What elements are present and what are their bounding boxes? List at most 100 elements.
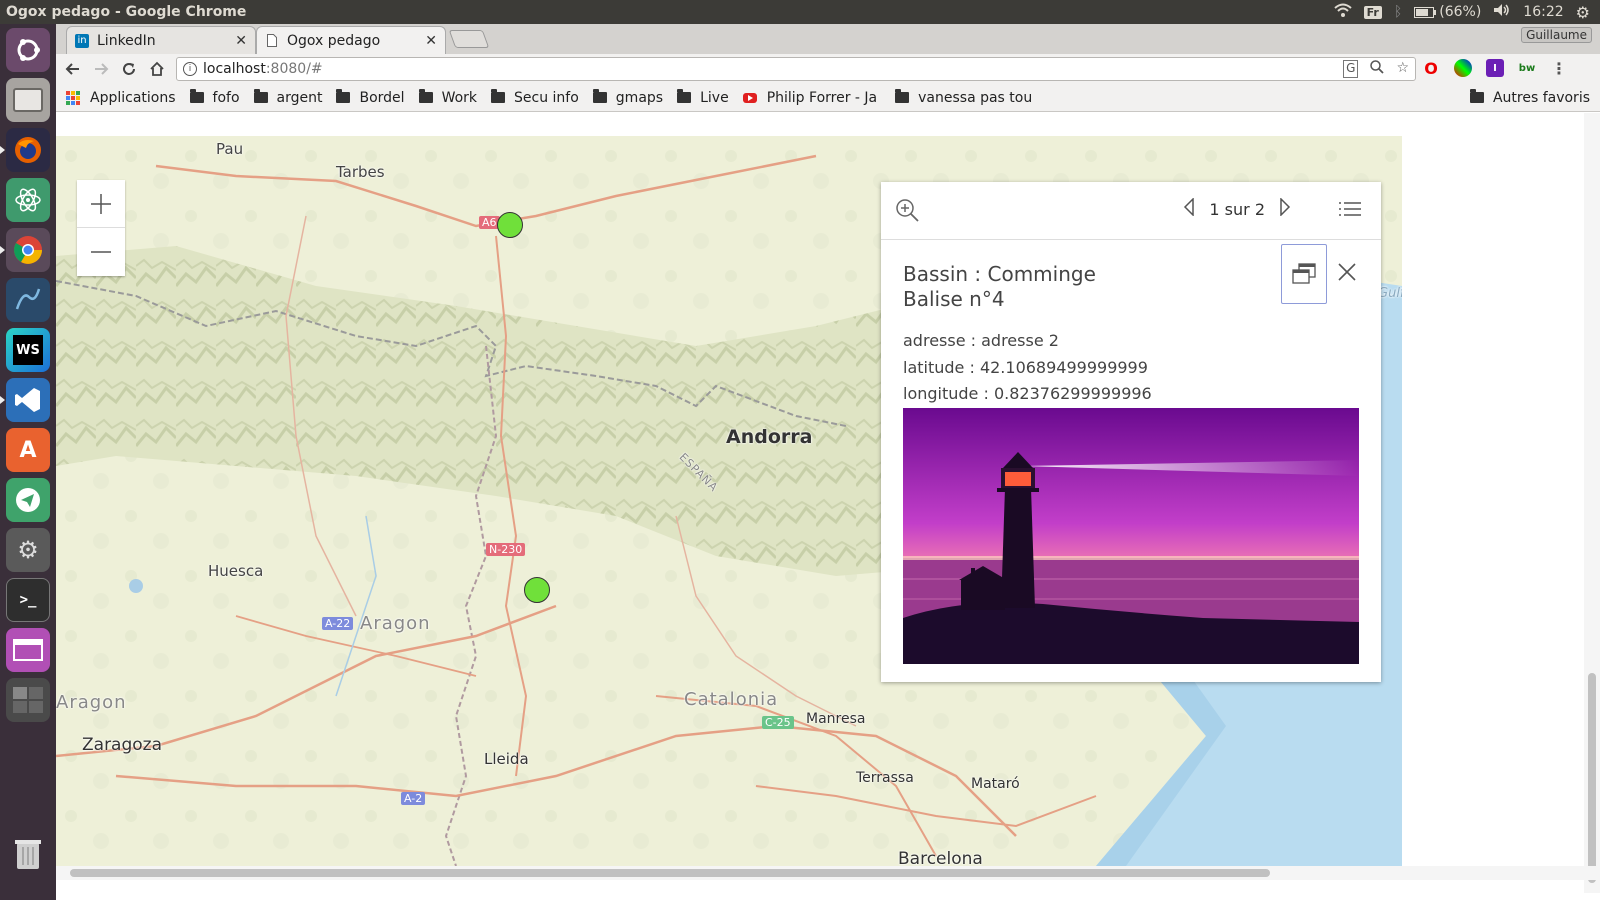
bookmark-label: argent	[276, 89, 323, 106]
color-picker-extension-icon[interactable]	[1454, 59, 1472, 77]
folder-icon	[677, 89, 692, 103]
battery-icon	[1414, 6, 1437, 18]
mysql-workbench-icon[interactable]	[6, 278, 50, 322]
atom-icon[interactable]	[6, 178, 50, 222]
plus-icon	[91, 193, 111, 214]
webstorm-icon[interactable]: WS	[6, 328, 50, 372]
bookmark-apps[interactable]: Applications	[56, 90, 176, 106]
next-feature-button[interactable]	[1279, 197, 1291, 220]
horizontal-scrollbar[interactable]	[56, 866, 1600, 880]
horizontal-scroll-thumb[interactable]	[70, 869, 1270, 877]
software-center-icon[interactable]: A	[6, 428, 50, 472]
clock[interactable]: 16:22	[1523, 4, 1563, 20]
map-label-aragon: Aragon	[360, 613, 431, 634]
map-label-aragon-west: Aragon	[56, 692, 127, 713]
bookmark-folder-autres-favoris[interactable]: Autres favoris	[1469, 89, 1590, 106]
bw-extension-icon[interactable]: bw	[1518, 59, 1536, 77]
bookmark-folder-work[interactable]: Work	[418, 89, 477, 106]
translate-icon[interactable]: G	[1343, 60, 1359, 78]
files-icon[interactable]	[6, 78, 50, 122]
settings-gear-icon[interactable]: ⚙	[1576, 3, 1590, 22]
vscode-icon[interactable]	[6, 378, 50, 422]
close-tab-icon[interactable]: ✕	[425, 33, 437, 49]
attribute-latitude: latitude : 42.10689499999999	[903, 357, 1148, 377]
browser-window: in LinkedIn ✕ Ogox pedago ✕ Guillaume i	[56, 24, 1600, 900]
feature-popup: 1 sur 2 Bassin : Comminge Balise n°4 adr…	[881, 182, 1381, 682]
map-view[interactable]: Pau Tarbes A6 Andorra ESPAÑA N-230 Huesc…	[56, 136, 1402, 866]
system-tray: Fr ᛒ (66%) 16:22 ⚙	[1333, 3, 1600, 22]
chrome-icon[interactable]	[6, 228, 50, 272]
site-info-icon[interactable]: i	[183, 62, 197, 76]
forward-button[interactable]	[88, 56, 114, 82]
settings-icon[interactable]: ⚙	[6, 528, 50, 572]
zoom-in-button[interactable]	[77, 180, 125, 228]
ubuntu-dash-icon[interactable]	[6, 28, 50, 72]
chrome-menu-icon[interactable]: ⋮	[1550, 59, 1568, 78]
linkedin-icon: in	[75, 33, 89, 48]
zoom-out-button[interactable]	[77, 228, 125, 276]
bookmark-label: Bordel	[359, 89, 405, 106]
opera-extension-icon[interactable]: O	[1422, 59, 1440, 78]
keyboard-layout-indicator[interactable]: Fr	[1363, 5, 1382, 19]
address-bar[interactable]: i localhost:8080/# G ☆	[176, 57, 1416, 81]
bookmark-folder-secu-info[interactable]: Secu info	[491, 89, 579, 106]
attribute-longitude: longitude : 0.82376299999996	[903, 384, 1152, 403]
feature-list-button[interactable]	[1339, 201, 1361, 221]
app-window-icon[interactable]	[6, 628, 50, 672]
bookmark-label: Applications	[90, 89, 176, 106]
battery-indicator[interactable]: (66%)	[1414, 4, 1481, 20]
map-marker[interactable]	[497, 212, 523, 238]
zoom-icon[interactable]	[1370, 60, 1385, 78]
tab-ogox-pedago[interactable]: Ogox pedago ✕	[256, 26, 446, 54]
zoom-to-icon	[896, 199, 919, 222]
map-marker[interactable]	[524, 577, 550, 603]
firefox-icon[interactable]	[6, 128, 50, 172]
bookmark-star-icon[interactable]: ☆	[1396, 60, 1409, 78]
page-viewport: Pau Tarbes A6 Andorra ESPAÑA N-230 Huesc…	[56, 113, 1600, 893]
terminal-icon[interactable]: >_	[6, 578, 50, 622]
road-shield-c25: C-25	[762, 716, 794, 729]
volume-icon[interactable]	[1493, 3, 1511, 21]
bluetooth-icon[interactable]: ᛒ	[1394, 4, 1402, 20]
os-top-panel: Ogox pedago - Google Chrome Fr ᛒ (66%) 1…	[0, 0, 1600, 24]
tab-linkedin[interactable]: in LinkedIn ✕	[66, 26, 256, 54]
telegram-icon[interactable]	[6, 478, 50, 522]
reload-button[interactable]	[116, 56, 142, 82]
back-arrow-icon	[65, 63, 79, 75]
back-button[interactable]	[60, 56, 86, 82]
previous-feature-button[interactable]	[1183, 197, 1195, 220]
close-tab-icon[interactable]: ✕	[235, 33, 247, 49]
home-button[interactable]	[144, 56, 170, 82]
vertical-scroll-thumb[interactable]	[1588, 673, 1596, 883]
bookmark-folder-argent[interactable]: argent	[253, 89, 323, 106]
trash-icon[interactable]	[6, 832, 50, 876]
map-label-gulf: Gulf	[1378, 286, 1402, 301]
road-shield-a22: A-22	[322, 617, 354, 630]
folder-icon	[592, 89, 607, 103]
bookmark-folder-live[interactable]: Live	[677, 89, 729, 106]
close-popup-button[interactable]	[1337, 262, 1357, 286]
wifi-icon[interactable]	[1333, 3, 1352, 21]
popup-header: 1 sur 2	[881, 182, 1381, 240]
bookmark-folder-vanessa[interactable]: vanessa pas tou	[891, 89, 1032, 106]
running-indicator	[0, 246, 5, 254]
bookmark-folder-bordel[interactable]: Bordel	[336, 89, 405, 106]
home-icon	[150, 61, 164, 76]
map-label-zaragoza: Zaragoza	[82, 735, 163, 755]
bookmark-folder-gmaps[interactable]: gmaps	[592, 89, 663, 106]
purple-extension-icon[interactable]: I	[1486, 59, 1504, 77]
bookmark-youtube[interactable]: Philip Forrer - Ja	[742, 90, 877, 106]
zoom-to-feature-button[interactable]	[895, 198, 919, 226]
bookmarks-bar: Applications fofo argent Bordel Work Sec…	[56, 84, 1600, 112]
bookmark-label: Secu info	[514, 89, 579, 106]
workspace-switcher-icon[interactable]	[6, 678, 50, 722]
new-tab-button[interactable]	[448, 30, 490, 48]
bookmark-folder-fofo[interactable]: fofo	[189, 89, 240, 106]
map-label-terrassa: Terrassa	[856, 770, 914, 786]
profile-button[interactable]: Guillaume	[1521, 27, 1592, 43]
vertical-scrollbar[interactable]	[1584, 113, 1600, 893]
dock-popup-button[interactable]	[1281, 244, 1327, 304]
map-label-pau: Pau	[216, 140, 244, 158]
minus-icon	[91, 251, 111, 253]
folder-icon	[895, 89, 910, 103]
